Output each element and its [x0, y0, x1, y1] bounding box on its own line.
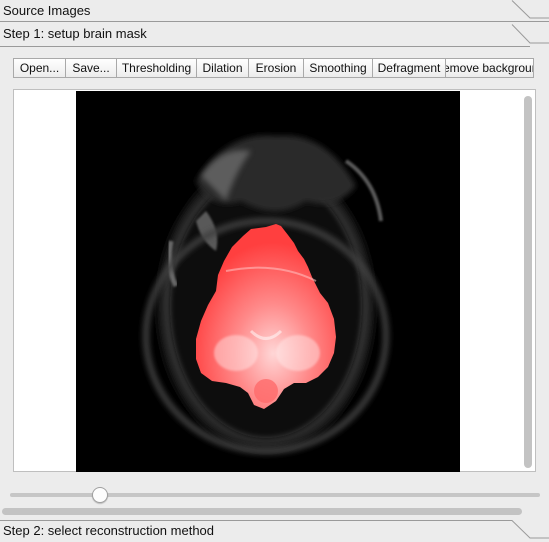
section-title-source-images: Source Images — [3, 3, 91, 18]
section-title-step2: Step 2: select reconstruction method — [3, 523, 215, 538]
save-button[interactable]: Save... — [65, 58, 117, 78]
smoothing-button[interactable]: Smoothing — [303, 58, 373, 78]
defragment-button[interactable]: Defragment — [372, 58, 446, 78]
thresholding-button[interactable]: Thresholding — [116, 58, 197, 78]
remove-background-button[interactable]: emove backgroun — [445, 58, 534, 78]
vertical-scrollbar[interactable] — [523, 92, 533, 470]
dilation-button[interactable]: Dilation — [196, 58, 249, 78]
section-header-step2[interactable]: Step 2: select reconstruction method — [0, 520, 549, 542]
image-viewer[interactable] — [13, 89, 536, 472]
erosion-button[interactable]: Erosion — [248, 58, 304, 78]
slice-slider-track[interactable] — [10, 493, 540, 497]
mask-toolbar: Open... Save... Thresholding Dilation Er… — [13, 58, 536, 78]
mri-slice-image — [76, 91, 460, 472]
section-title-step1: Step 1: setup brain mask — [3, 26, 147, 41]
section-header-step1[interactable]: Step 1: setup brain mask — [0, 23, 549, 47]
brain-scan-graphic — [76, 91, 460, 472]
section-header-source-images[interactable]: Source Images — [0, 0, 549, 22]
open-button[interactable]: Open... — [13, 58, 66, 78]
vertical-scrollbar-thumb[interactable] — [524, 96, 532, 468]
horizontal-scrollbar-thumb[interactable] — [2, 508, 522, 515]
slice-slider-knob[interactable] — [92, 487, 108, 503]
